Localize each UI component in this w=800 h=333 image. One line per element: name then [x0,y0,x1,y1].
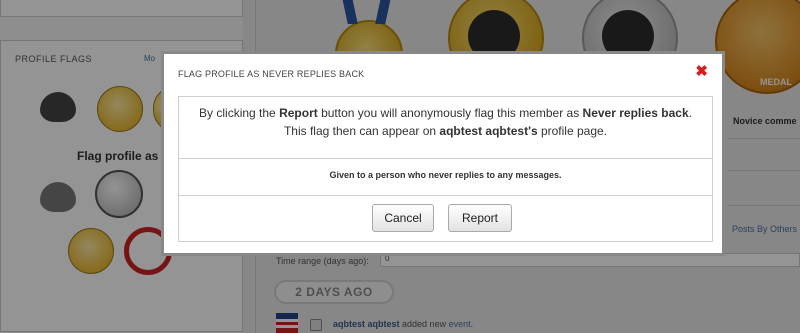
cancel-button[interactable]: Cancel [372,204,434,232]
dialog-title: FLAG PROFILE AS NEVER REPLIES BACK [178,69,365,79]
message-text: . [688,106,692,120]
message-text: profile page. [537,124,608,138]
message-member-name: aqbtest aqbtest's [439,124,538,138]
flag-profile-dialog: FLAG PROFILE AS NEVER REPLIES BACK ✖ By … [161,51,725,256]
flag-description: Given to a person who never replies to a… [329,170,562,180]
divider [179,195,712,196]
confirmation-message: By clicking the Report button you will a… [179,104,712,140]
message-flag-name: Never replies back [582,106,689,120]
message-report-word: Report [279,106,318,120]
message-text: button you will anonymously flag this me… [317,106,583,120]
report-button[interactable]: Report [448,204,512,232]
divider [179,158,712,159]
close-icon[interactable]: ✖ [695,64,708,79]
dialog-body: By clicking the Report button you will a… [178,96,713,242]
message-text: This flag then can appear on [283,124,440,138]
message-text: By clicking the [199,106,280,120]
